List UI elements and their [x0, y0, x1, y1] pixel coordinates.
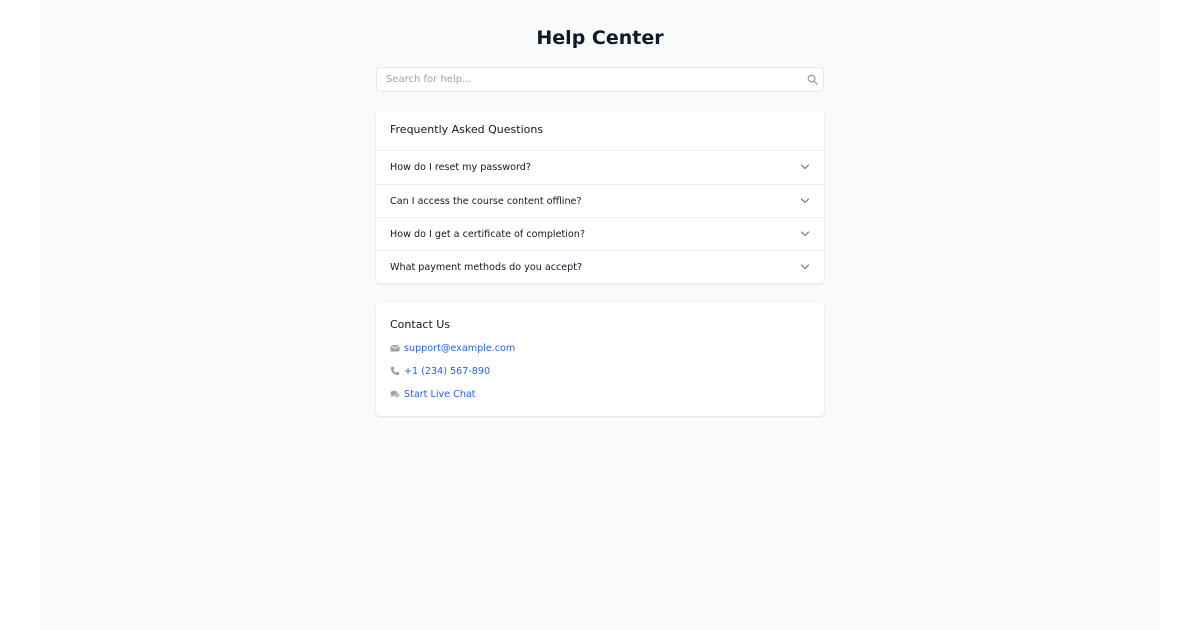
chevron-down-icon[interactable] — [800, 163, 810, 171]
faq-heading: Frequently Asked Questions — [390, 123, 544, 136]
page-title: Help Center — [536, 27, 664, 49]
faq-question: How do I reset my password? — [390, 162, 531, 173]
contact-heading: Contact Us — [390, 318, 451, 331]
phone-link[interactable]: +1 (234) 567-890 — [404, 365, 490, 378]
chevron-down-icon[interactable] — [800, 263, 810, 271]
search-icon[interactable] — [807, 74, 818, 85]
envelope-icon — [390, 345, 400, 352]
faq-card: Frequently Asked Questions How do I rese… — [376, 111, 824, 283]
chevron-down-icon[interactable] — [800, 230, 810, 238]
faq-item[interactable]: How do I get a certificate of completion… — [376, 217, 824, 251]
faq-question: How do I get a certificate of completion… — [390, 229, 585, 240]
faq-item[interactable]: What payment methods do you accept? — [376, 250, 824, 284]
contact-email: support@example.com — [390, 341, 515, 355]
phone-icon — [390, 366, 400, 376]
faq-item[interactable]: Can I access the course content offline? — [376, 184, 824, 218]
chevron-down-icon[interactable] — [800, 197, 810, 205]
help-center-page: Help Center Frequently Asked Questions H… — [40, 0, 1160, 630]
faq-question: What payment methods do you accept? — [390, 262, 583, 273]
contact-phone: +1 (234) 567-890 — [390, 364, 490, 378]
email-link[interactable]: support@example.com — [404, 342, 515, 355]
search-input[interactable] — [377, 68, 786, 91]
live-chat-link[interactable]: Start Live Chat — [404, 388, 476, 401]
contact-chat: Start Live Chat — [390, 387, 476, 401]
search-bar[interactable] — [376, 67, 824, 92]
contact-card: Contact Us support@example.com +1 (234) … — [376, 302, 824, 416]
chat-icon — [390, 390, 400, 398]
faq-item[interactable]: How do I reset my password? — [376, 150, 824, 184]
faq-question: Can I access the course content offline? — [390, 196, 582, 207]
